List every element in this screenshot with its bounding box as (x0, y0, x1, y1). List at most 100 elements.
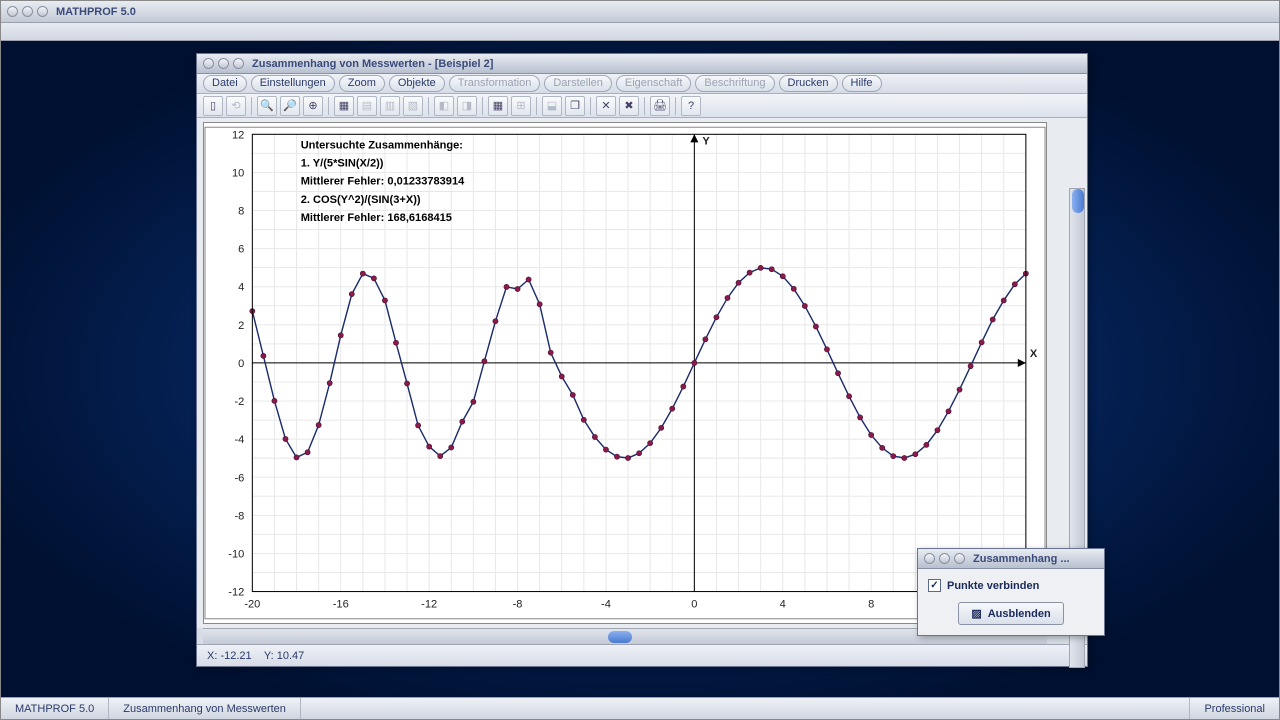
svg-text:10: 10 (232, 167, 244, 179)
tool-zoom-out[interactable]: 🔎 (280, 96, 300, 116)
app-titlebar[interactable]: MATHPROF 5.0 (1, 1, 1279, 23)
svg-text:-12: -12 (421, 599, 437, 611)
svg-text:Mittlerer Fehler: 168,6168415: Mittlerer Fehler: 168,6168415 (301, 212, 452, 224)
tool-win-1: ⬓ (542, 96, 562, 116)
hide-label: Ausblenden (988, 608, 1051, 620)
status-edition: Professional (1189, 698, 1279, 719)
status-doc: Zusammenhang von Messwerten (109, 698, 301, 719)
menu-beschriftung: Beschriftung (695, 75, 774, 92)
toolbar-separator (482, 97, 483, 115)
toolbar-separator (644, 97, 645, 115)
app-window: MATHPROF 5.0 Zusammenhang von Messwerten… (0, 0, 1280, 720)
svg-text:Mittlerer Fehler: 0,0123378391: Mittlerer Fehler: 0,01233783914 (301, 176, 465, 188)
svg-text:-20: -20 (244, 599, 260, 611)
svg-text:Y: Y (702, 135, 710, 147)
window-dot[interactable] (954, 553, 965, 564)
svg-text:6: 6 (238, 244, 244, 256)
child-titlebar[interactable]: Zusammenhang von Messwerten - [Beispiel … (197, 54, 1087, 74)
svg-text:-6: -6 (234, 472, 244, 484)
coord-y-value: 10.47 (277, 650, 305, 662)
status-app: MATHPROF 5.0 (1, 698, 109, 719)
tool-zoom-region[interactable]: ⊕ (303, 96, 323, 116)
menu-datei[interactable]: Datei (203, 75, 247, 92)
window-dot[interactable] (218, 58, 229, 69)
menu-transformation: Transformation (449, 75, 541, 92)
menu-darstellen: Darstellen (544, 75, 612, 92)
tool-page[interactable]: ▯ (203, 96, 223, 116)
coord-status: X: -12.21 Y: 10.47 (197, 644, 1087, 666)
svg-text:0: 0 (691, 599, 697, 611)
connect-points-checkbox[interactable] (928, 579, 941, 592)
tool-print[interactable]: 🖨 (650, 96, 670, 116)
svg-text:X: X (1030, 348, 1038, 360)
float-title: Zusammenhang ... (973, 553, 1070, 565)
svg-text:-8: -8 (513, 599, 523, 611)
tool-panel-1: ◧ (434, 96, 454, 116)
tool-panel-2: ◨ (457, 96, 477, 116)
menu-einstellungen[interactable]: Einstellungen (251, 75, 335, 92)
menu-hilfe[interactable]: Hilfe (842, 75, 882, 92)
window-dot[interactable] (37, 6, 48, 17)
svg-text:8: 8 (238, 206, 244, 218)
app-statusbar: MATHPROF 5.0 Zusammenhang von Messwerten… (1, 697, 1279, 719)
mdi-workspace: Zusammenhang von Messwerten - [Beispiel … (1, 41, 1279, 697)
toolbar-separator (590, 97, 591, 115)
svg-text:12: 12 (232, 129, 244, 141)
tool-layout-3: ▧ (403, 96, 423, 116)
toolbar-separator (675, 97, 676, 115)
svg-text:2. COS(Y^2)/(SIN(3+X)): 2. COS(Y^2)/(SIN(3+X)) (301, 194, 421, 206)
toolbar-separator (328, 97, 329, 115)
svg-text:-12: -12 (228, 587, 244, 599)
options-float-window: Zusammenhang ... Punkte verbinden ▨ Ausb… (917, 548, 1105, 636)
child-window: Zusammenhang von Messwerten - [Beispiel … (196, 53, 1088, 667)
svg-text:-8: -8 (234, 510, 244, 522)
tool-delete-2[interactable]: ✖ (619, 96, 639, 116)
window-dot[interactable] (233, 58, 244, 69)
scroll-thumb[interactable] (1072, 189, 1084, 213)
window-controls[interactable] (7, 6, 48, 17)
tool-zoom-in[interactable]: 🔍 (257, 96, 277, 116)
window-dot[interactable] (22, 6, 33, 17)
window-dot[interactable] (939, 553, 950, 564)
menu-objekte[interactable]: Objekte (389, 75, 445, 92)
tool-data: ⊞ (511, 96, 531, 116)
tool-help[interactable]: ? (681, 96, 701, 116)
hide-icon: ▨ (971, 607, 981, 620)
window-dot[interactable] (203, 58, 214, 69)
connect-points-label: Punkte verbinden (947, 580, 1039, 592)
float-titlebar[interactable]: Zusammenhang ... (918, 549, 1104, 569)
svg-text:-4: -4 (601, 599, 611, 611)
window-dot[interactable] (7, 6, 18, 17)
app-title: MATHPROF 5.0 (56, 6, 136, 18)
hide-button[interactable]: ▨ Ausblenden (958, 602, 1063, 625)
window-dot[interactable] (924, 553, 935, 564)
float-window-controls[interactable] (924, 553, 965, 564)
connect-points-row[interactable]: Punkte verbinden (928, 579, 1094, 592)
menu-zoom[interactable]: Zoom (339, 75, 385, 92)
float-body: Punkte verbinden ▨ Ausblenden (918, 569, 1104, 635)
toolbar-separator (251, 97, 252, 115)
tool-table[interactable]: ▦ (488, 96, 508, 116)
svg-text:4: 4 (780, 599, 786, 611)
toolbar-separator (536, 97, 537, 115)
menu-bar: DateiEinstellungenZoomObjekteTransformat… (197, 74, 1087, 94)
tool-layout-1: ▤ (357, 96, 377, 116)
svg-text:8: 8 (868, 599, 874, 611)
menu-eigenschaft: Eigenschaft (616, 75, 691, 92)
scroll-thumb[interactable] (608, 631, 632, 643)
tool-layout-2: ▥ (380, 96, 400, 116)
tool-grid[interactable]: ▦ (334, 96, 354, 116)
menu-drucken[interactable]: Drucken (779, 75, 838, 92)
coord-x-label: X: (207, 650, 217, 662)
tool-delete-1[interactable]: ✕ (596, 96, 616, 116)
svg-text:4: 4 (238, 282, 244, 294)
toolbar-spacer (1, 23, 1279, 41)
child-window-controls[interactable] (203, 58, 244, 69)
toolbar: ▯⟲🔍🔎⊕▦▤▥▧◧◨▦⊞⬓❐✕✖🖨? (197, 94, 1087, 118)
svg-text:-2: -2 (234, 396, 244, 408)
svg-text:0: 0 (238, 358, 244, 370)
svg-text:1. Y/(5*SIN(X/2)): 1. Y/(5*SIN(X/2)) (301, 158, 384, 170)
coord-y-label: Y: (264, 650, 274, 662)
tool-win-2[interactable]: ❐ (565, 96, 585, 116)
toolbar-separator (428, 97, 429, 115)
